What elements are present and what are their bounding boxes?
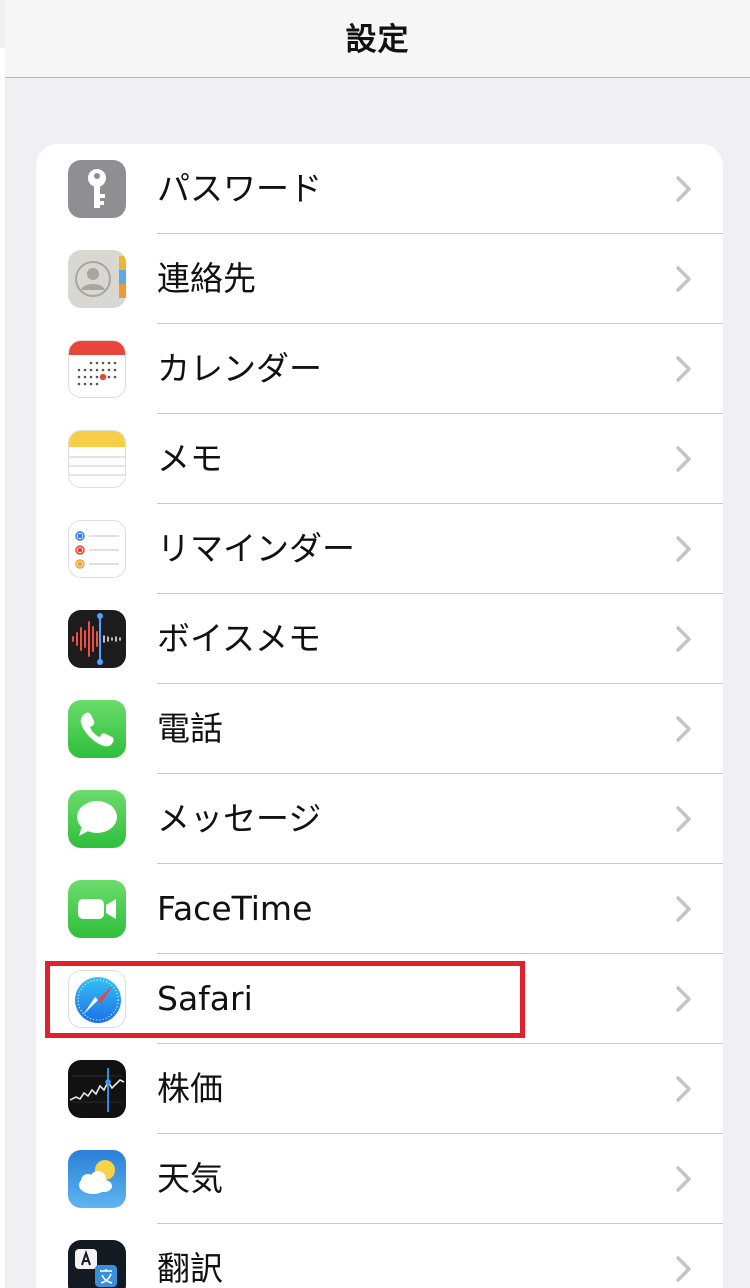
translate-icon	[68, 1240, 126, 1288]
settings-item-label: Safari	[157, 979, 253, 1018]
reminders-icon	[68, 520, 126, 578]
settings-item-label: メモ	[157, 439, 223, 478]
settings-item-label: 翻訳	[157, 1249, 223, 1288]
settings-item-contacts[interactable]: 連絡先	[36, 234, 723, 324]
settings-item-label: リマインダー	[157, 529, 355, 568]
safari-icon	[68, 970, 126, 1028]
settings-item-label: メッセージ	[157, 799, 322, 838]
settings-screen: 設定 パスワード 連絡先 カレンダー メモ リマインダー ボイスメモ 電話 メッ…	[0, 0, 750, 1288]
settings-item-voice-memos[interactable]: ボイスメモ	[36, 594, 723, 684]
chevron-right-icon	[675, 445, 693, 473]
phone-icon	[68, 700, 126, 758]
contacts-icon	[68, 250, 126, 308]
settings-item-reminders[interactable]: リマインダー	[36, 504, 723, 594]
messages-icon	[68, 790, 126, 848]
chevron-right-icon	[675, 265, 693, 293]
settings-item-weather[interactable]: 天気	[36, 1134, 723, 1224]
weather-icon	[68, 1150, 126, 1208]
chevron-right-icon	[675, 985, 693, 1013]
settings-item-phone[interactable]: 電話	[36, 684, 723, 774]
settings-item-facetime[interactable]: FaceTime	[36, 864, 723, 954]
page-title: 設定	[345, 22, 410, 58]
notes-icon	[68, 430, 126, 488]
key-icon	[68, 160, 126, 218]
chevron-right-icon	[675, 535, 693, 563]
chevron-right-icon	[675, 715, 693, 743]
chevron-right-icon	[675, 625, 693, 653]
chevron-right-icon	[675, 805, 693, 833]
left-edge-strip	[0, 48, 5, 1288]
settings-item-label: 連絡先	[157, 259, 256, 298]
chevron-right-icon	[675, 355, 693, 383]
chevron-right-icon	[675, 1165, 693, 1193]
settings-item-translate[interactable]: 翻訳	[36, 1224, 723, 1288]
settings-item-passwords[interactable]: パスワード	[36, 144, 723, 234]
settings-item-calendar[interactable]: カレンダー	[36, 324, 723, 414]
chevron-right-icon	[675, 1075, 693, 1103]
stocks-icon	[68, 1060, 126, 1118]
chevron-right-icon	[675, 175, 693, 203]
chevron-right-icon	[675, 895, 693, 923]
facetime-icon	[68, 880, 126, 938]
settings-item-label: ボイスメモ	[157, 619, 322, 658]
settings-item-label: パスワード	[157, 169, 322, 208]
calendar-icon	[68, 340, 126, 398]
settings-item-messages[interactable]: メッセージ	[36, 774, 723, 864]
settings-item-label: 電話	[157, 709, 223, 748]
settings-list: パスワード 連絡先 カレンダー メモ リマインダー ボイスメモ 電話 メッセージ…	[36, 144, 723, 1288]
settings-item-label: 株価	[157, 1069, 223, 1108]
settings-item-label: カレンダー	[157, 349, 322, 388]
voice-memos-icon	[68, 610, 126, 668]
settings-item-stocks[interactable]: 株価	[36, 1044, 723, 1134]
settings-item-safari[interactable]: Safari	[36, 954, 723, 1044]
settings-item-label: FaceTime	[157, 889, 313, 928]
settings-item-label: 天気	[157, 1159, 223, 1198]
chevron-right-icon	[675, 1255, 693, 1283]
navigation-bar: 設定	[5, 0, 750, 78]
settings-item-notes[interactable]: メモ	[36, 414, 723, 504]
